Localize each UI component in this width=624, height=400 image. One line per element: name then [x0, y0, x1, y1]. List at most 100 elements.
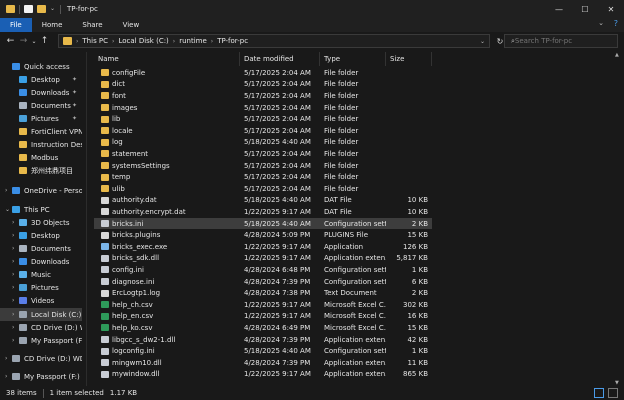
file-row[interactable]: mingwm10.dll 4/28/2024 7:39 PM Application…	[94, 357, 432, 369]
chevron-right-icon[interactable]: ›	[112, 38, 114, 45]
chevron-down-icon[interactable]: ⌄	[5, 206, 12, 213]
file-row[interactable]: bricks.plugins 4/28/2024 5:09 PM PLUGINS F…	[94, 229, 432, 241]
breadcrumb-tp-for-pc[interactable]: TP-for-pc	[217, 37, 248, 45]
details-view-button[interactable]	[594, 388, 604, 398]
file-row[interactable]: log 5/18/2025 4:40 AM File folder	[94, 137, 432, 149]
sidebar-item[interactable]: Quick access	[0, 60, 82, 73]
chevron-right-icon[interactable]: ›	[211, 38, 213, 45]
chevron-down-icon[interactable]: ⌄	[480, 38, 485, 45]
chevron-right-icon[interactable]: ›	[12, 271, 19, 278]
chevron-right-icon[interactable]: ›	[76, 38, 78, 45]
sidebar-item[interactable]: › Desktop	[0, 229, 82, 242]
file-row[interactable]: libgcc_s_dw2-1.dll 4/28/2024 7:39 PM Appli…	[94, 334, 432, 346]
vertical-scrollbar[interactable]: ▲ ▼	[614, 52, 622, 386]
address-bar[interactable]: › This PC › Local Disk (C:) › runtime › …	[58, 34, 490, 48]
sidebar-item[interactable]: Pictures ✦	[0, 112, 82, 125]
file-row[interactable]: lib 5/17/2025 2:04 AM File folder	[94, 113, 432, 125]
close-button[interactable]: ✕	[598, 0, 624, 18]
file-row[interactable]: config.ini 4/28/2024 6:48 PM Configuration…	[94, 264, 432, 276]
up-button[interactable]: ↑	[38, 34, 51, 48]
chevron-right-icon[interactable]: ›	[12, 219, 19, 226]
sidebar-item[interactable]: › Downloads	[0, 255, 82, 268]
column-header-type[interactable]: Type	[320, 52, 386, 66]
sidebar-item[interactable]: Instruction Desc	[0, 138, 82, 151]
new-folder-icon[interactable]	[37, 5, 46, 13]
forward-button[interactable]: →	[17, 34, 30, 48]
sidebar-item[interactable]: › Videos	[0, 294, 82, 307]
help-icon[interactable]: ?	[614, 19, 618, 28]
sidebar-item[interactable]: Documents ✦	[0, 99, 82, 112]
pane-divider[interactable]	[86, 52, 87, 386]
tab-share[interactable]: Share	[72, 18, 112, 32]
back-button[interactable]: ←	[4, 34, 17, 48]
tab-file[interactable]: File	[0, 18, 32, 32]
file-row[interactable]: bricks_exec.exe 1/22/2025 9:17 AM Applicat…	[94, 241, 432, 253]
file-row[interactable]: locale 5/17/2025 2:04 AM File folder	[94, 125, 432, 137]
chevron-right-icon[interactable]: ›	[12, 232, 19, 239]
file-row[interactable]: logconfig.ini 5/18/2025 4:40 AM Configurat…	[94, 345, 432, 357]
column-header-date-modified[interactable]: Date modified	[240, 52, 320, 66]
sidebar-item[interactable]: ⌄ This PC	[0, 203, 82, 216]
chevron-right-icon[interactable]: ›	[5, 373, 12, 380]
scroll-up-icon[interactable]: ▲	[615, 52, 619, 58]
file-row[interactable]: configFile 5/17/2025 2:04 AM File folder	[94, 67, 432, 79]
sidebar-item[interactable]: › OneDrive - Person	[0, 184, 82, 197]
chevron-right-icon[interactable]: ›	[12, 324, 19, 331]
breadcrumb-local-disk[interactable]: Local Disk (C:)	[118, 37, 168, 45]
file-row[interactable]: help_en.csv 1/22/2025 9:17 AM Microsoft Ex…	[94, 311, 432, 323]
tab-home[interactable]: Home	[32, 18, 73, 32]
breadcrumb-this-pc[interactable]: This PC	[82, 37, 108, 45]
chevron-right-icon[interactable]: ›	[12, 297, 19, 304]
file-row[interactable]: statement 5/17/2025 2:04 AM File folder	[94, 148, 432, 160]
sidebar-item[interactable]: FortiClient VPN	[0, 125, 82, 138]
file-row[interactable]: help_ko.csv 4/28/2024 6:49 PM Microsoft Ex…	[94, 322, 432, 334]
file-row[interactable]: diagnose.ini 4/28/2024 7:39 PM Configurati…	[94, 276, 432, 288]
sidebar-item[interactable]: › My Passport (F:)	[0, 334, 82, 347]
chevron-right-icon[interactable]: ›	[12, 337, 19, 344]
tab-view[interactable]: View	[113, 18, 150, 32]
file-row[interactable]: ErcLogtp1.log 4/28/2024 7:38 PM Text Docum…	[94, 287, 432, 299]
chevron-right-icon[interactable]: ›	[12, 258, 19, 265]
chevron-right-icon[interactable]: ›	[12, 284, 19, 291]
file-row[interactable]: bricks_sdk.dll 1/22/2025 9:17 AM Applicati…	[94, 253, 432, 265]
maximize-button[interactable]: ☐	[572, 0, 598, 18]
chevron-right-icon[interactable]: ›	[173, 38, 175, 45]
sidebar-item[interactable]: › Pictures	[0, 281, 82, 294]
column-header-size[interactable]: Size	[386, 52, 432, 66]
file-row[interactable]: authority.encrypt.dat 1/22/2025 9:17 AM DA…	[94, 206, 432, 218]
chevron-right-icon[interactable]: ›	[12, 245, 19, 252]
chevron-down-icon[interactable]: ⌄	[598, 19, 604, 27]
sidebar-item[interactable]: › Documents	[0, 242, 82, 255]
search-input[interactable]	[514, 37, 611, 45]
search-box[interactable]: ⌕	[504, 34, 618, 48]
chevron-right-icon[interactable]: ›	[12, 311, 19, 318]
file-row[interactable]: help_ch.csv 1/22/2025 9:17 AM Microsoft Ex…	[94, 299, 432, 311]
file-row[interactable]: font 5/17/2025 2:04 AM File folder	[94, 90, 432, 102]
sidebar-item[interactable]: Downloads ✦	[0, 86, 82, 99]
chevron-right-icon[interactable]: ›	[5, 355, 12, 362]
chevron-down-icon[interactable]: ⌄	[50, 5, 56, 13]
sidebar-item[interactable]: › Music	[0, 268, 82, 281]
sidebar-item[interactable]: 郑州纬鼎项目	[0, 164, 82, 177]
minimize-button[interactable]: —	[546, 0, 572, 18]
file-row[interactable]: mywindow.dll 1/22/2025 9:17 AM Application…	[94, 369, 432, 381]
recent-locations-button[interactable]: ⌄	[30, 34, 38, 48]
sidebar-item[interactable]: › CD Drive (D:) WD	[0, 321, 82, 334]
sidebar-item[interactable]: Desktop ✦	[0, 73, 82, 86]
file-row[interactable]: temp 5/17/2025 2:04 AM File folder	[94, 171, 432, 183]
sidebar-item[interactable]: › My Passport (F:)	[0, 370, 82, 383]
sidebar-item[interactable]: › CD Drive (D:) WD	[0, 352, 82, 365]
file-row[interactable]: images 5/17/2025 2:04 AM File folder	[94, 102, 432, 114]
sidebar-item[interactable]: Modbus	[0, 151, 82, 164]
file-row[interactable]: ulib 5/17/2025 2:04 AM File folder	[94, 183, 432, 195]
file-row[interactable]: authority.dat 5/18/2025 4:40 AM DAT File 10…	[94, 195, 432, 207]
sidebar-item[interactable]: › Local Disk (C:)	[0, 308, 82, 321]
file-row[interactable]: systemsSettings 5/17/2025 2:04 AM File fol…	[94, 160, 432, 172]
properties-icon[interactable]	[24, 5, 33, 13]
file-row[interactable]: dict 5/17/2025 2:04 AM File folder	[94, 79, 432, 91]
chevron-right-icon[interactable]: ›	[5, 187, 12, 194]
file-row[interactable]: bricks.ini 5/18/2025 4:40 AM Configuration…	[94, 217, 432, 230]
sidebar-item[interactable]: › 3D Objects	[0, 216, 82, 229]
breadcrumb-runtime[interactable]: runtime	[179, 37, 207, 45]
column-header-name[interactable]: Name	[94, 52, 240, 66]
